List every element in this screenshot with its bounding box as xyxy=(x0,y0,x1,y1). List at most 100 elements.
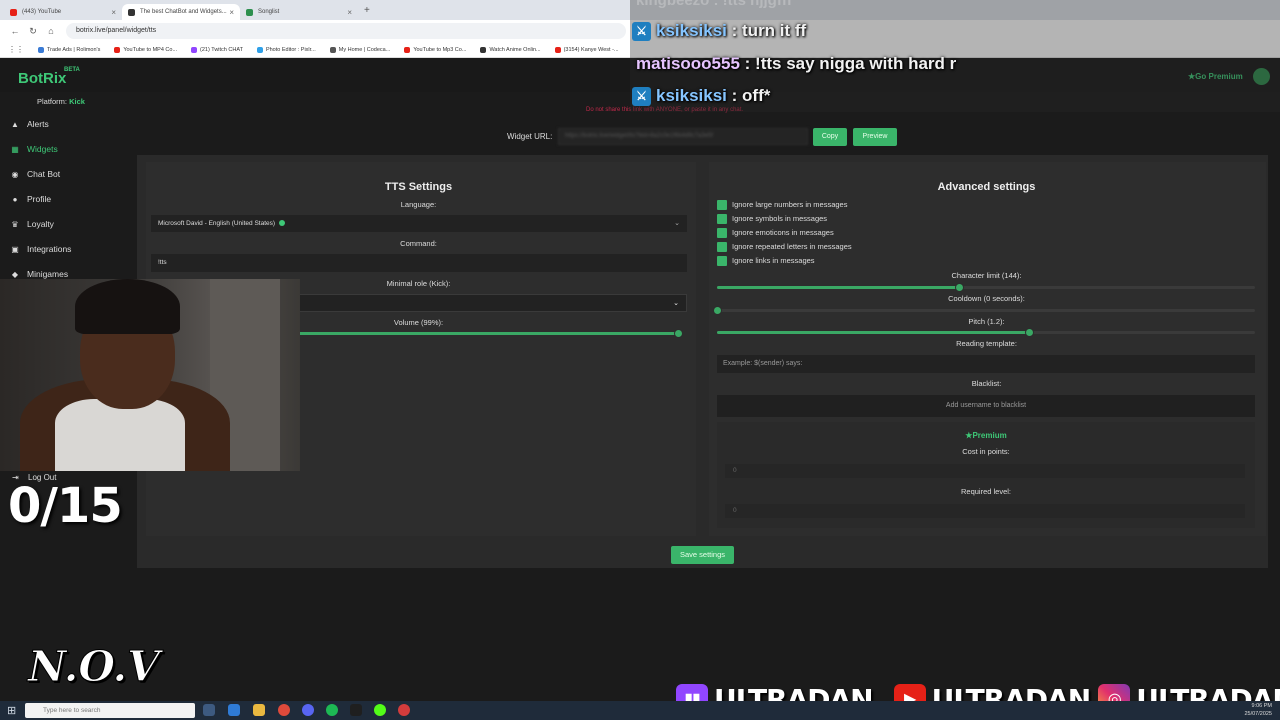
close-tab-icon[interactable]: × xyxy=(111,8,116,17)
bookmark-favicon-icon xyxy=(329,46,336,53)
widget-url-label: Widget URL: xyxy=(507,132,553,141)
close-tab-icon[interactable]: × xyxy=(347,8,352,17)
botrix-logo[interactable]: BotRix xyxy=(18,70,66,87)
bookmark-item[interactable]: Watch Anime Onlin... xyxy=(480,46,541,53)
cooldown-slider-thumb[interactable] xyxy=(713,306,722,315)
pitch-slider-thumb[interactable] xyxy=(1025,328,1035,337)
language-label: Language: xyxy=(400,200,437,209)
home-icon[interactable]: ⌂ xyxy=(42,26,60,36)
preview-button[interactable]: Preview xyxy=(853,128,897,146)
apps-icon[interactable]: ⋮⋮ xyxy=(8,45,24,54)
bookmark-label: Watch Anime Onlin... xyxy=(489,46,541,53)
chrome-icon[interactable] xyxy=(278,704,290,716)
widget-url-field[interactable]: https://botrix.live/widget/tts?bid=8a2c0… xyxy=(558,128,808,145)
required-level-label: Required level: xyxy=(960,487,1012,496)
task-view-icon[interactable] xyxy=(203,704,215,716)
bookmark-item[interactable]: YouTube to Mp3 Co... xyxy=(404,46,466,53)
character-limit-label: Character limit (144): xyxy=(951,271,1022,280)
bookmark-item[interactable]: Photo Editor : Pixlr... xyxy=(256,46,316,53)
bookmark-item[interactable]: Trade Ads | Rolimon's xyxy=(38,46,100,53)
sidebar-item-label: Minigames xyxy=(27,269,69,279)
platform-indicator: Platform: Kick xyxy=(37,97,85,106)
checkbox-label: Ignore large numbers in messages xyxy=(732,200,848,209)
chat-faded-line: kingbeezo : !tts hjjgfff xyxy=(636,0,792,9)
platform-value: Kick xyxy=(69,97,85,106)
copy-button[interactable]: Copy xyxy=(813,128,847,146)
record-icon[interactable] xyxy=(398,704,410,716)
reading-template-input[interactable]: Example: $(sender) says: xyxy=(717,355,1255,373)
plug-icon: ▣ xyxy=(11,244,19,254)
ignore-emoticons-checkbox[interactable]: Ignore emoticons in messages xyxy=(717,227,834,238)
reload-icon[interactable]: ↻ xyxy=(24,26,42,37)
cooldown-label: Cooldown (0 seconds): xyxy=(948,294,1025,303)
bookmark-label: YouTube to MP4 Co... xyxy=(123,46,178,53)
tab-songlist[interactable]: Songlist × xyxy=(240,4,358,20)
botrix-favicon-icon xyxy=(128,8,135,16)
sidebar-item-chat-bot[interactable]: ◉ Chat Bot xyxy=(10,167,130,181)
advanced-settings-title: Advanced settings xyxy=(937,181,1036,193)
bookmark-item[interactable]: YouTube to MP4 Co... xyxy=(114,46,178,53)
webcam-person-shirt xyxy=(55,399,185,471)
bookmark-item[interactable]: My Home | Codeca... xyxy=(329,46,390,53)
bookmark-favicon-icon xyxy=(191,46,198,53)
sidebar-item-label: Profile xyxy=(27,194,52,204)
pitch-slider-fill xyxy=(717,331,1030,334)
tab-botrix[interactable]: The best ChatBot and Widgets... × xyxy=(122,4,240,20)
moderator-badge-icon: ⚔ xyxy=(632,86,651,106)
ignore-repeated-letters-checkbox[interactable]: Ignore repeated letters in messages xyxy=(717,241,852,252)
pitch-slider[interactable] xyxy=(717,328,1255,337)
chevron-down-icon: ⌄ xyxy=(673,300,679,307)
obs-icon[interactable] xyxy=(350,704,362,716)
bookmark-item[interactable]: (21) Twitch CHAT xyxy=(191,46,243,53)
save-settings-button[interactable]: Save settings xyxy=(671,546,734,564)
blacklist-input[interactable]: Add username to blacklist xyxy=(717,395,1255,417)
taskbar-search-input[interactable]: Type here to search xyxy=(25,703,195,718)
language-select[interactable]: Microsoft David - English (United States… xyxy=(151,215,687,232)
edge-icon[interactable] xyxy=(228,704,240,716)
back-icon[interactable]: ← xyxy=(6,26,24,36)
sidebar-item-alerts[interactable]: ▲ Alerts xyxy=(10,117,130,131)
ignore-symbols-checkbox[interactable]: Ignore symbols in messages xyxy=(717,213,827,224)
ignore-links-checkbox[interactable]: Ignore links in messages xyxy=(717,255,815,266)
discord-icon[interactable] xyxy=(302,704,314,716)
spotify-icon[interactable] xyxy=(326,704,338,716)
character-limit-slider[interactable] xyxy=(717,283,1255,292)
cooldown-slider[interactable] xyxy=(713,306,1255,315)
chevron-down-icon: ⌄ xyxy=(674,220,680,227)
tab-label: (443) YouTube xyxy=(22,9,62,15)
tab-youtube[interactable]: (443) YouTube × xyxy=(4,4,122,20)
sidebar-item-label: Loyalty xyxy=(27,219,54,229)
new-tab-button[interactable]: + xyxy=(364,5,370,16)
sidebar-item-loyalty[interactable]: ♛ Loyalty xyxy=(10,217,130,231)
kick-icon[interactable] xyxy=(374,704,386,716)
ignore-large-numbers-checkbox[interactable]: Ignore large numbers in messages xyxy=(717,199,847,210)
close-tab-icon[interactable]: × xyxy=(229,8,234,17)
sidebar-item-integrations[interactable]: ▣ Integrations xyxy=(10,242,130,256)
checkbox-checked-icon xyxy=(717,255,727,266)
required-level-input[interactable]: 0 xyxy=(725,504,1245,518)
trophy-icon: ♛ xyxy=(11,219,19,229)
beta-badge: BETA xyxy=(64,67,80,73)
cost-in-points-input[interactable]: 0 xyxy=(725,464,1245,478)
file-explorer-icon[interactable] xyxy=(253,704,265,716)
bookmark-item[interactable]: (3154) Kanye West -... xyxy=(554,46,619,53)
bookmark-favicon-icon xyxy=(480,46,487,53)
blacklist-label: Blacklist: xyxy=(971,379,1002,388)
sidebar-item-widgets[interactable]: ▦ Widgets xyxy=(10,142,130,156)
taskbar-clock: 9:06 PM 25/07/2025 xyxy=(1222,702,1272,718)
moderator-badge-icon: ⚔ xyxy=(632,21,651,41)
bookmark-favicon-icon xyxy=(114,46,121,53)
command-input[interactable]: !tts xyxy=(151,254,687,272)
checkbox-checked-icon xyxy=(717,241,727,252)
grid-icon: ▦ xyxy=(11,144,19,154)
voice-status-dot-icon xyxy=(279,220,286,227)
chat-text: : off* xyxy=(731,86,771,105)
volume-slider-thumb[interactable] xyxy=(673,329,683,338)
windows-start-icon[interactable]: ⊞ xyxy=(7,704,16,717)
robot-icon: ◉ xyxy=(11,169,19,179)
cost-in-points-label: Cost in points: xyxy=(962,447,1010,456)
bell-icon: ▲ xyxy=(11,119,19,129)
sidebar-item-profile[interactable]: ● Profile xyxy=(10,192,130,206)
gamepad-icon: ◆ xyxy=(11,269,19,279)
url-field[interactable]: botrix.live/panel/widget/tts xyxy=(66,23,626,39)
